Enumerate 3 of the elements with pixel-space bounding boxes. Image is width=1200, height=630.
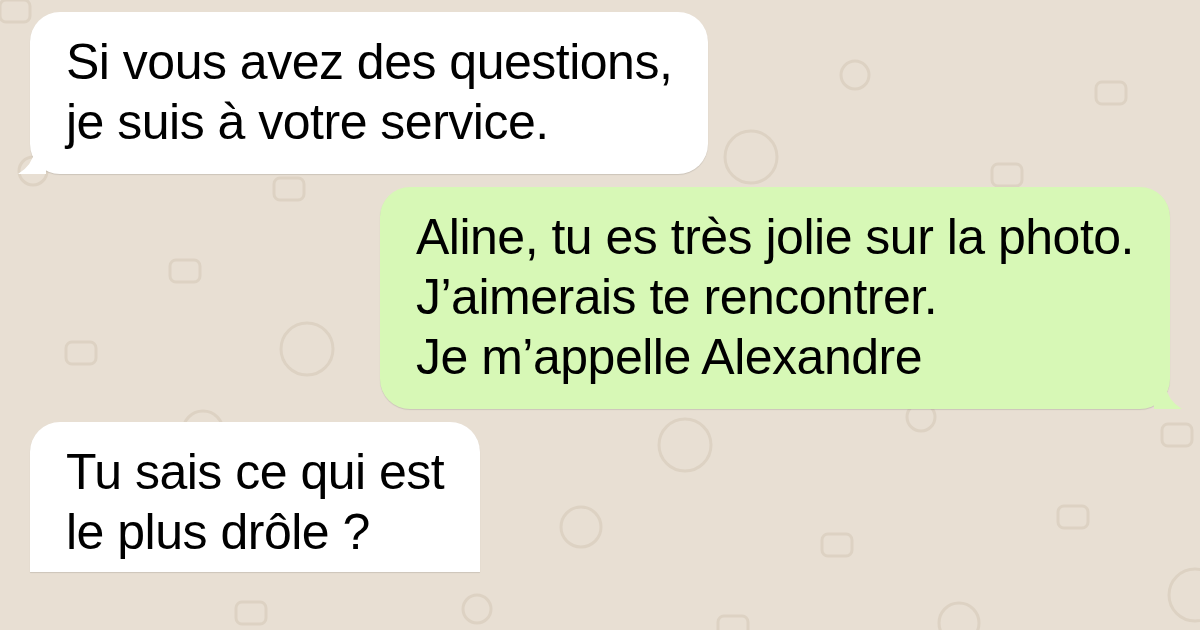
message-text: Aline, tu es très jolie sur la photo. J’aimerais te rencontrer. Je m’appelle Alexandre <box>416 208 1134 387</box>
message-text: Si vous avez des questions, je suis à votre service. <box>66 33 673 152</box>
message-text: Tu sais ce qui est le plus drôle ? <box>66 443 445 562</box>
